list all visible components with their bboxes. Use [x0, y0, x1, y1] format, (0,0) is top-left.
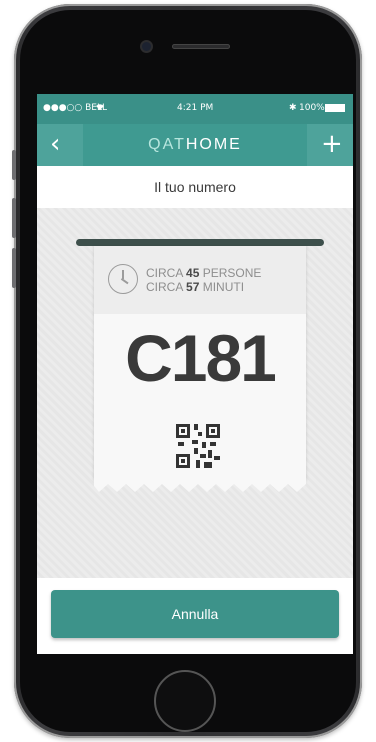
ticket-number: C181 [125, 321, 277, 395]
people-line: CIRCA 45 PERSONE [146, 266, 262, 280]
bluetooth-icon: ✱ [289, 103, 297, 113]
page-title: Il tuo numero [37, 166, 353, 208]
earpiece-speaker [172, 44, 230, 49]
volume-down-button [12, 248, 16, 288]
bottom-bar: Annulla [37, 578, 353, 654]
ticket-card: CIRCA 45 PERSONE CIRCA 57 MINUTI C181 [94, 246, 306, 480]
home-button[interactable] [154, 670, 216, 732]
wait-info: CIRCA 45 PERSONE CIRCA 57 MINUTI [146, 266, 261, 294]
app-title: QATHOME [37, 136, 353, 154]
status-time: 4:21 PM [177, 103, 214, 113]
battery-percent: 100% [299, 103, 325, 113]
mute-switch [12, 150, 16, 180]
nav-bar: ‹ QATHOME + [37, 124, 353, 166]
plus-icon: + [321, 129, 343, 159]
minutes-line: CIRCA 57 MINUTI [146, 280, 245, 294]
status-bar: ●●●○○ BELL 4:21 PM ✱ 100% [37, 94, 353, 124]
app-title-accent: QAT [148, 136, 186, 153]
battery-icon [325, 104, 345, 112]
qr-code-icon [174, 422, 222, 470]
volume-up-button [12, 198, 16, 238]
app-title-rest: HOME [185, 136, 242, 153]
app-screen: ●●●○○ BELL 4:21 PM ✱ 100% ‹ QATHOME + Il… [37, 94, 353, 654]
cancel-button[interactable]: Annulla [51, 590, 339, 638]
minutes-count: 57 [186, 280, 200, 294]
clock-icon [108, 264, 138, 294]
people-count: 45 [186, 266, 200, 280]
front-camera [142, 42, 151, 51]
ticket-torn-edge [94, 480, 306, 492]
ticket-slot [76, 239, 324, 246]
ticket-info-area: CIRCA 45 PERSONE CIRCA 57 MINUTI [94, 246, 306, 314]
add-button[interactable]: + [307, 124, 353, 166]
wifi-icon [95, 103, 105, 114]
